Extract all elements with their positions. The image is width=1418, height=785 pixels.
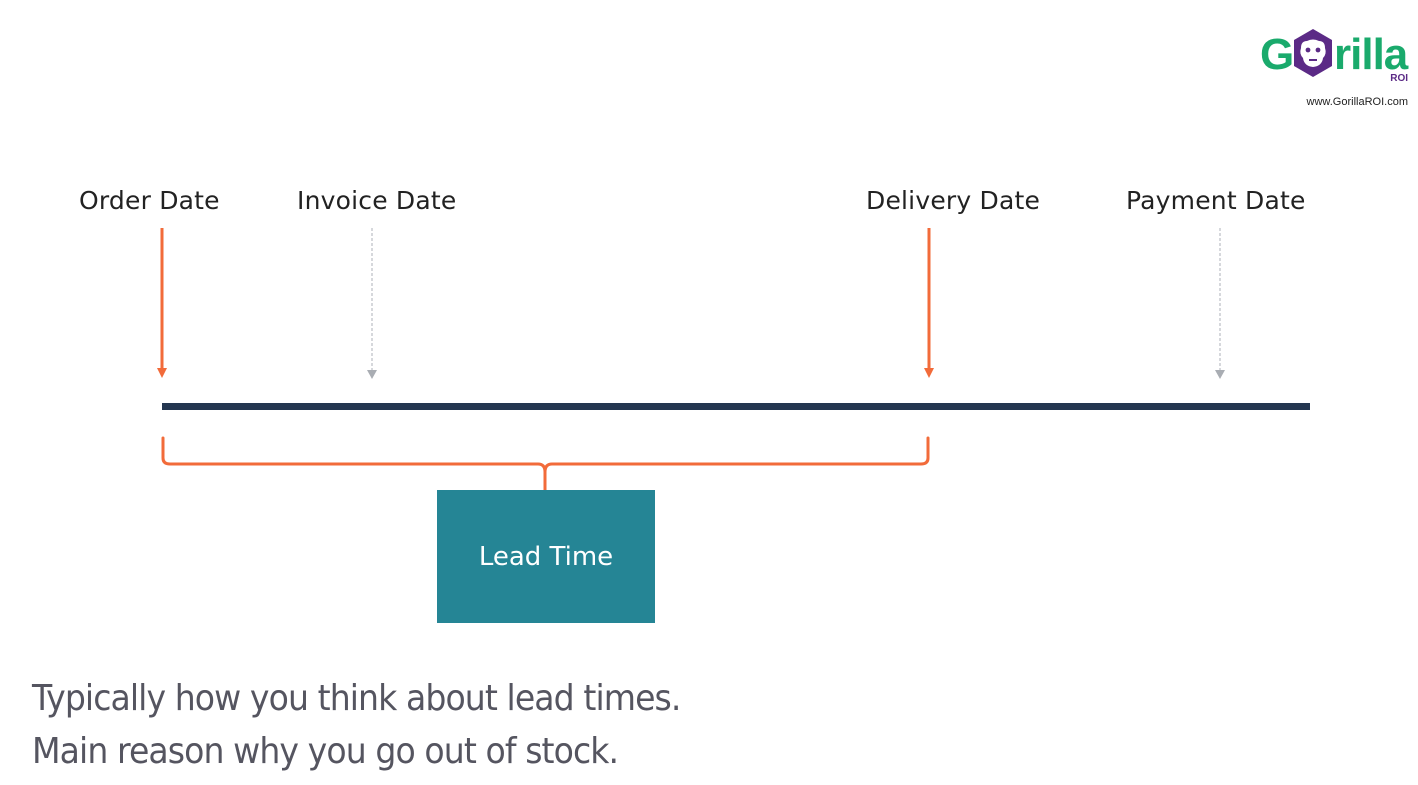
payment-date-arrow: [1215, 228, 1225, 379]
caption: Typically how you think about lead times…: [32, 672, 681, 778]
invoice-date-arrow: [367, 228, 377, 379]
logo-roi: ROI: [1390, 73, 1408, 84]
logo-url: www.GorillaROI.com: [1306, 96, 1408, 108]
gorilla-face-icon: [1294, 29, 1332, 77]
timeline-diagram: [157, 228, 1310, 492]
lead-time-label: Lead Time: [478, 541, 614, 572]
delivery-date-arrow: [924, 228, 934, 378]
gorilla-roi-logo: G rilla ROI www.GorillaROI.com: [1258, 28, 1408, 112]
order-date-arrow: [157, 228, 167, 378]
timeline-line: [162, 403, 1310, 410]
caption-line-2: Main reason why you go out of stock.: [32, 731, 619, 772]
logo-letter-g: G: [1260, 30, 1294, 79]
lead-time-bracket: [161, 436, 930, 492]
lead-time-box: Lead Time: [437, 490, 655, 623]
caption-line-1: Typically how you think about lead times…: [32, 678, 681, 719]
